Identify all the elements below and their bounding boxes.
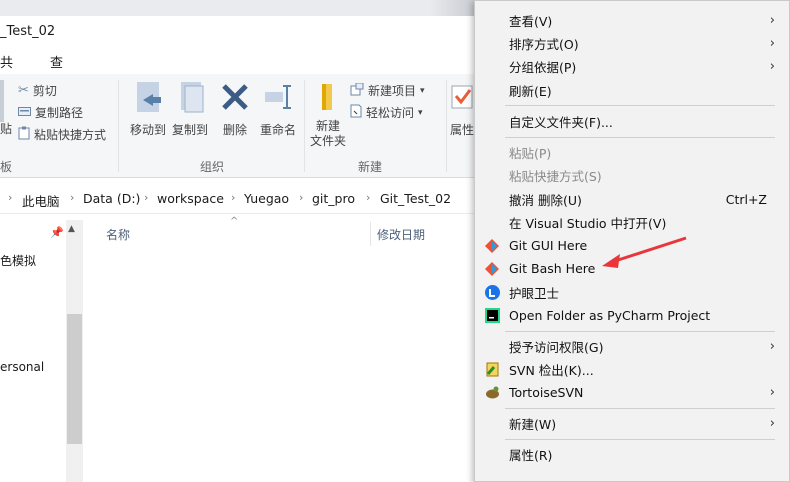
- menu-item-sort[interactable]: 排序方式(O) ›: [475, 32, 789, 55]
- paste-label[interactable]: 贴: [0, 120, 12, 137]
- submenu-arrow-icon: ›: [769, 339, 775, 354]
- submenu-arrow-icon: ›: [769, 59, 775, 74]
- menu-item-view[interactable]: 查看(V) ›: [475, 9, 789, 32]
- breadcrumb-chevron-icon: ›: [366, 191, 371, 204]
- new-group-label: 新建: [358, 160, 383, 174]
- menu-item-git-bash[interactable]: Git Bash Here: [475, 257, 789, 280]
- submenu-arrow-icon: ›: [769, 13, 775, 28]
- nav-scroll-thumb[interactable]: [67, 314, 82, 444]
- organize-group-label: 组织: [200, 160, 225, 174]
- breadcrumb-chevron-icon: ›: [70, 191, 75, 204]
- menu-item-grant-access[interactable]: 授予访问权限(G) ›: [475, 335, 789, 358]
- move-to-icon: [137, 82, 161, 112]
- breadcrumb-git-pro[interactable]: git_pro: [312, 191, 355, 206]
- new-item-button[interactable]: 新建项目 ▾: [350, 82, 425, 99]
- easy-access-icon: [350, 104, 362, 121]
- move-to-button[interactable]: 移动到: [126, 80, 170, 138]
- menu-item-eye-care[interactable]: 护眼卫士: [475, 281, 789, 304]
- clipboard-group-label: 板: [0, 160, 13, 174]
- delete-x-icon: [222, 84, 248, 110]
- menu-item-undo-delete[interactable]: 撤消 删除(U) Ctrl+Z: [475, 188, 789, 211]
- nav-item-personal[interactable]: ersonal: [0, 360, 44, 374]
- undo-shortcut: Ctrl+Z: [725, 192, 767, 207]
- submenu-arrow-icon: ›: [769, 416, 775, 431]
- new-item-icon: [350, 82, 364, 99]
- column-header-name[interactable]: 名称: [106, 226, 130, 243]
- menu-item-svn-checkout[interactable]: SVN 检出(K)...: [475, 358, 789, 381]
- git-bash-icon: [484, 261, 500, 277]
- scroll-up-icon[interactable]: ▲: [68, 224, 75, 234]
- menu-item-paste-shortcut: 粘贴快捷方式(S): [509, 169, 602, 184]
- menu-item-properties[interactable]: 属性(R): [475, 443, 789, 466]
- menu-item-group-by[interactable]: 分组依据(P) ›: [475, 55, 789, 78]
- eye-care-icon: [484, 285, 500, 301]
- scissors-icon: ✂: [18, 83, 29, 98]
- git-gui-icon: [484, 238, 500, 254]
- delete-button[interactable]: 删除: [218, 80, 252, 138]
- easy-access-button[interactable]: 轻松访问 ▾: [350, 104, 423, 121]
- breadcrumb-data-drive[interactable]: Data (D:): [83, 191, 140, 206]
- sort-caret-icon: ^: [230, 216, 239, 227]
- pin-icon[interactable]: 📌: [50, 226, 64, 239]
- column-header-modified[interactable]: 修改日期: [377, 226, 425, 243]
- new-folder-button[interactable]: 新建 文件夹: [308, 80, 348, 149]
- menu-item-open-visual-studio[interactable]: 在 Visual Studio 中打开(V): [475, 211, 789, 234]
- paste-icon[interactable]: [0, 80, 4, 122]
- menu-item-tortoise-svn[interactable]: TortoiseSVN ›: [475, 381, 789, 404]
- new-folder-icon: [322, 84, 332, 110]
- breadcrumb-git-test-02[interactable]: Git_Test_02: [380, 191, 451, 206]
- rename-icon: [265, 85, 291, 109]
- submenu-arrow-icon: ›: [769, 36, 775, 51]
- tortoise-svn-icon: [484, 385, 500, 401]
- menu-item-paste: 粘贴(P): [509, 146, 552, 161]
- paste-shortcut-button[interactable]: 粘贴快捷方式: [18, 126, 106, 143]
- copy-path-icon: [18, 106, 31, 120]
- copy-to-icon: [181, 82, 204, 113]
- breadcrumb-workspace[interactable]: workspace: [157, 191, 224, 206]
- properties-check-icon: [451, 85, 473, 109]
- copy-to-button[interactable]: 复制到: [168, 80, 212, 138]
- copy-path-button[interactable]: 复制路径: [18, 104, 83, 121]
- submenu-arrow-icon: ›: [769, 385, 775, 400]
- pycharm-icon: [484, 308, 500, 324]
- menu-item-customize-folder[interactable]: 自定义文件夹(F)...: [475, 110, 789, 133]
- properties-button[interactable]: 属性: [450, 80, 474, 138]
- menu-item-new[interactable]: 新建(W) ›: [475, 412, 789, 435]
- breadcrumb-chevron-icon: ›: [144, 191, 149, 204]
- context-menu: 查看(V) › 排序方式(O) › 分组依据(P) › 刷新(E) 自定义文件夹(F)…: [474, 0, 790, 482]
- menu-item-open-pycharm[interactable]: Open Folder as PyCharm Project: [475, 304, 789, 327]
- breadcrumb-chevron-icon: ›: [299, 191, 304, 204]
- breadcrumb-chevron-icon: ›: [8, 191, 13, 204]
- svn-checkout-icon: [484, 362, 500, 378]
- nav-item-color-sim[interactable]: 色模拟: [0, 252, 36, 269]
- paste-shortcut-icon: [18, 126, 30, 143]
- breadcrumb-chevron-icon: ›: [231, 191, 236, 204]
- menu-item-refresh[interactable]: 刷新(E): [475, 79, 789, 102]
- menu-item-git-gui[interactable]: Git GUI Here: [475, 234, 789, 257]
- breadcrumb-yuegao[interactable]: Yuegao: [244, 191, 289, 206]
- cut-button[interactable]: ✂ 剪切: [18, 82, 57, 99]
- rename-button[interactable]: 重命名: [256, 80, 300, 138]
- breadcrumb-this-pc[interactable]: 此电脑: [22, 191, 60, 210]
- window-title: _Test_02: [0, 24, 56, 39]
